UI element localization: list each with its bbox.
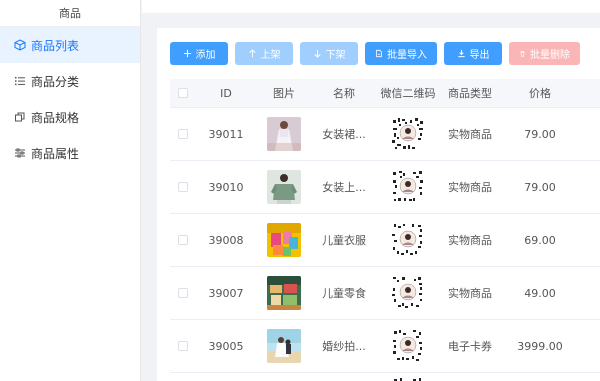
product-thumbnail[interactable]: [267, 223, 301, 257]
batch-delete-button[interactable]: 批量删除: [509, 42, 580, 65]
sidebar-item-product-spec[interactable]: 商品规格: [0, 99, 140, 135]
delete-button-label: 批量删除: [530, 50, 570, 61]
row-price: 69.00: [524, 233, 556, 247]
row-type: 实物商品: [448, 287, 492, 300]
batch-import-button[interactable]: 批量导入: [365, 42, 437, 65]
row-checkbox[interactable]: [178, 235, 188, 245]
top-bar: [142, 0, 600, 13]
add-button-label: 添加: [195, 50, 216, 61]
row-name: 婚纱拍...: [322, 340, 366, 353]
arrow-up-icon: [248, 49, 256, 58]
header-id: ID: [220, 86, 232, 100]
row-checkbox[interactable]: [178, 288, 188, 298]
table-row: 39005 婚纱拍... 电子卡券 3999.00: [170, 320, 600, 373]
take-off-shelf-button[interactable]: 下架: [300, 42, 358, 65]
sliders-icon: [14, 147, 26, 159]
sidebar-item-product-category[interactable]: 商品分类: [0, 63, 140, 99]
header-name: 名称: [333, 87, 355, 100]
sidebar-item-label: 商品属性: [31, 146, 80, 161]
row-name: 儿童衣服: [322, 234, 366, 247]
row-price: 79.00: [524, 127, 556, 141]
row-id: 39005: [208, 339, 244, 353]
row-type: 电子卡券: [448, 340, 492, 353]
table-row: 39008 儿童衣服 实物商品 69.00: [170, 214, 600, 267]
trash-icon: [520, 51, 525, 57]
product-thumbnail[interactable]: [267, 117, 301, 151]
row-name: 女装裙...: [322, 128, 366, 141]
row-name: 儿童零食: [322, 287, 366, 300]
list-icon: [14, 75, 26, 87]
sidebar: 商品 商品列表 商品分类 商品规格 商品属性: [0, 0, 141, 381]
content-panel: 添加 上架 下架 批量导入 导出 批量删除 ID 图片 名称 微信二维码 商品类…: [157, 28, 600, 381]
add-button[interactable]: 添加: [170, 42, 228, 65]
table-row: [170, 373, 600, 381]
header-type: 商品类型: [448, 87, 492, 100]
toolbar: 添加 上架 下架 批量导入 导出 批量删除: [170, 42, 580, 65]
product-table: ID 图片 名称 微信二维码 商品类型 价格 39011 女装裙... 实物商品…: [170, 79, 600, 381]
row-id: 39011: [208, 127, 244, 141]
arrow-down-icon: [313, 49, 321, 58]
sidebar-item-product-list[interactable]: 商品列表: [0, 27, 140, 63]
up-button-label: 上架: [260, 50, 281, 61]
row-type: 实物商品: [448, 128, 492, 141]
row-type: 实物商品: [448, 234, 492, 247]
export-button-label: 导出: [469, 50, 490, 61]
row-checkbox[interactable]: [178, 182, 188, 192]
row-type: 实物商品: [448, 181, 492, 194]
box-icon: [14, 39, 26, 51]
wechat-qr-code[interactable]: [391, 116, 425, 152]
row-id: 39007: [208, 286, 244, 300]
wechat-qr-code[interactable]: [391, 222, 425, 258]
header-price: 价格: [529, 87, 551, 100]
row-price: 49.00: [524, 286, 556, 300]
product-thumbnail[interactable]: [267, 170, 301, 204]
product-thumbnail[interactable]: [267, 329, 301, 363]
sidebar-title: 商品: [59, 7, 81, 20]
list-on-shelf-button[interactable]: 上架: [235, 42, 293, 65]
download-icon: [457, 49, 465, 58]
row-checkbox[interactable]: [178, 129, 188, 139]
sidebar-header: 商品: [0, 0, 140, 27]
export-button[interactable]: 导出: [444, 42, 502, 65]
import-button-label: 批量导入: [387, 50, 427, 61]
plus-icon: [183, 49, 191, 58]
row-id: 39008: [208, 233, 244, 247]
select-all-checkbox[interactable]: [178, 88, 188, 98]
table-header: ID 图片 名称 微信二维码 商品类型 价格: [170, 79, 600, 108]
header-image: 图片: [273, 87, 295, 100]
row-id: 39010: [208, 180, 244, 194]
wechat-qr-code[interactable]: [391, 328, 425, 364]
sidebar-item-label: 商品列表: [31, 38, 80, 53]
row-checkbox[interactable]: [178, 341, 188, 351]
wechat-qr-code[interactable]: [391, 275, 425, 311]
sidebar-item-product-attr[interactable]: 商品属性: [0, 135, 140, 171]
table-row: 39011 女装裙... 实物商品 79.00: [170, 108, 600, 161]
product-thumbnail[interactable]: [267, 276, 301, 310]
down-button-label: 下架: [325, 50, 346, 61]
row-price: 79.00: [524, 180, 556, 194]
wechat-qr-code[interactable]: [391, 373, 425, 381]
table-row: 39010 女装上... 实物商品 79.00: [170, 161, 600, 214]
sidebar-item-label: 商品分类: [31, 74, 80, 89]
header-qr: 微信二维码: [380, 87, 436, 100]
row-price: 3999.00: [517, 339, 563, 353]
row-name: 女装上...: [322, 181, 366, 194]
copy-icon: [14, 111, 26, 123]
table-row: 39007 儿童零食 实物商品 49.00: [170, 267, 600, 320]
file-icon: [376, 49, 382, 58]
wechat-qr-code[interactable]: [391, 169, 425, 205]
sidebar-item-label: 商品规格: [31, 110, 80, 125]
